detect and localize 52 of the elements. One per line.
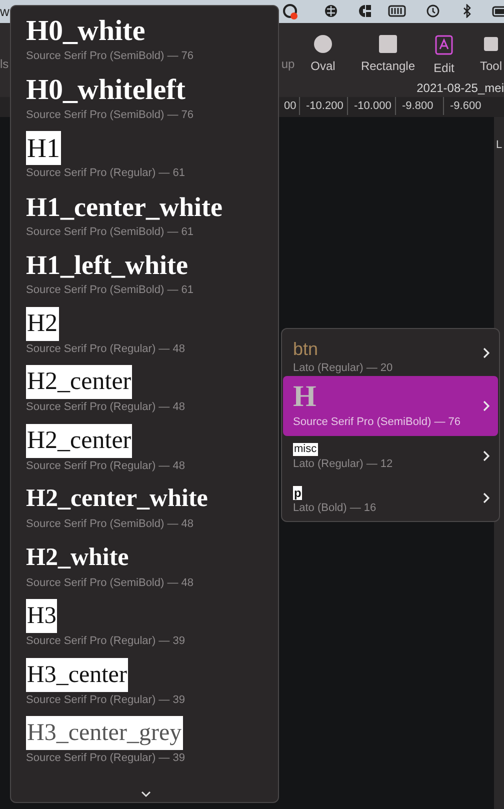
- font-description: Source Serif Pro (SemiBold) — 76: [26, 108, 194, 122]
- tool-label[interactable]: Oval: [310, 57, 336, 75]
- font-description: Source Serif Pro (Regular) — 39: [26, 751, 185, 765]
- font-description: Source Serif Pro (SemiBold) — 61: [26, 224, 194, 238]
- font-description: Source Serif Pro (Regular) — 39: [26, 634, 185, 648]
- font-description: Source Serif Pro (SemiBold) — 48: [26, 517, 194, 531]
- tool-label[interactable]: Tool: [480, 57, 502, 75]
- style-name[interactable]: H3_center_grey: [26, 716, 183, 750]
- font-description: Source Serif Pro (Regular) — 48: [26, 400, 185, 414]
- style-name: btn: [293, 338, 318, 360]
- font-description: Lato (Regular) — 20: [293, 361, 393, 375]
- ruler-label: -10.200: [299, 97, 347, 115]
- style-name[interactable]: H1_left_white: [26, 248, 188, 282]
- submenu-item[interactable]: btn Lato (Regular) — 20: [283, 330, 498, 376]
- style-name: H: [293, 380, 316, 414]
- submenu-item[interactable]: p Lato (Bold) — 16: [283, 476, 498, 520]
- style-name[interactable]: H1: [26, 131, 61, 165]
- document-title: 2021-08-25_mei: [416, 80, 504, 97]
- tool-label[interactable]: up: [281, 55, 295, 73]
- tool-label[interactable]: Rectangle: [360, 57, 416, 75]
- font-description: Source Serif Pro (SemiBold) — 76: [26, 49, 194, 63]
- style-name[interactable]: H1_center_white: [26, 190, 222, 224]
- tool-label[interactable]: ls: [0, 55, 9, 73]
- ruler-label: -9.800: [395, 97, 443, 115]
- style-name[interactable]: H3_center: [26, 658, 128, 692]
- panel-label: L: [496, 138, 502, 153]
- style-name[interactable]: H2_center: [26, 365, 132, 399]
- tool-label[interactable]: Edit: [434, 59, 454, 77]
- font-description: Source Serif Pro (Regular) — 48: [26, 458, 185, 472]
- menu-title[interactable]: w: [0, 2, 10, 22]
- style-name[interactable]: H0_whiteleft: [26, 72, 186, 106]
- font-description: Lato (Regular) — 12: [293, 457, 393, 471]
- font-description: Lato (Bold) — 16: [293, 501, 376, 515]
- font-description: Source Serif Pro (SemiBold) — 61: [26, 283, 194, 297]
- style-name: misc: [293, 443, 318, 456]
- style-name[interactable]: H2_center: [26, 424, 132, 458]
- font-description: Source Serif Pro (Regular) — 48: [26, 342, 185, 356]
- style-name[interactable]: H2: [26, 306, 59, 340]
- submenu-item[interactable]: misc Lato (Regular) — 12: [283, 436, 498, 476]
- font-description: Source Serif Pro (Regular) — 61: [26, 166, 185, 180]
- style-name[interactable]: H2_center_white: [26, 482, 208, 516]
- ruler-label: -10.000: [347, 97, 395, 115]
- ruler-label: 00: [283, 99, 298, 114]
- style-name[interactable]: H2_white: [26, 540, 129, 574]
- font-description: Source Serif Pro (SemiBold) — 76: [293, 415, 461, 429]
- style-name[interactable]: H0_white: [26, 14, 146, 48]
- font-description: Source Serif Pro (Regular) — 39: [26, 692, 185, 706]
- style-name: p: [293, 486, 302, 500]
- font-description: Source Serif Pro (SemiBold) — 48: [26, 576, 194, 590]
- ruler-label: -9.600: [443, 97, 491, 115]
- submenu-item[interactable]: H Source Serif Pro (SemiBold) — 76: [283, 376, 498, 436]
- style-name[interactable]: H3: [26, 599, 58, 633]
